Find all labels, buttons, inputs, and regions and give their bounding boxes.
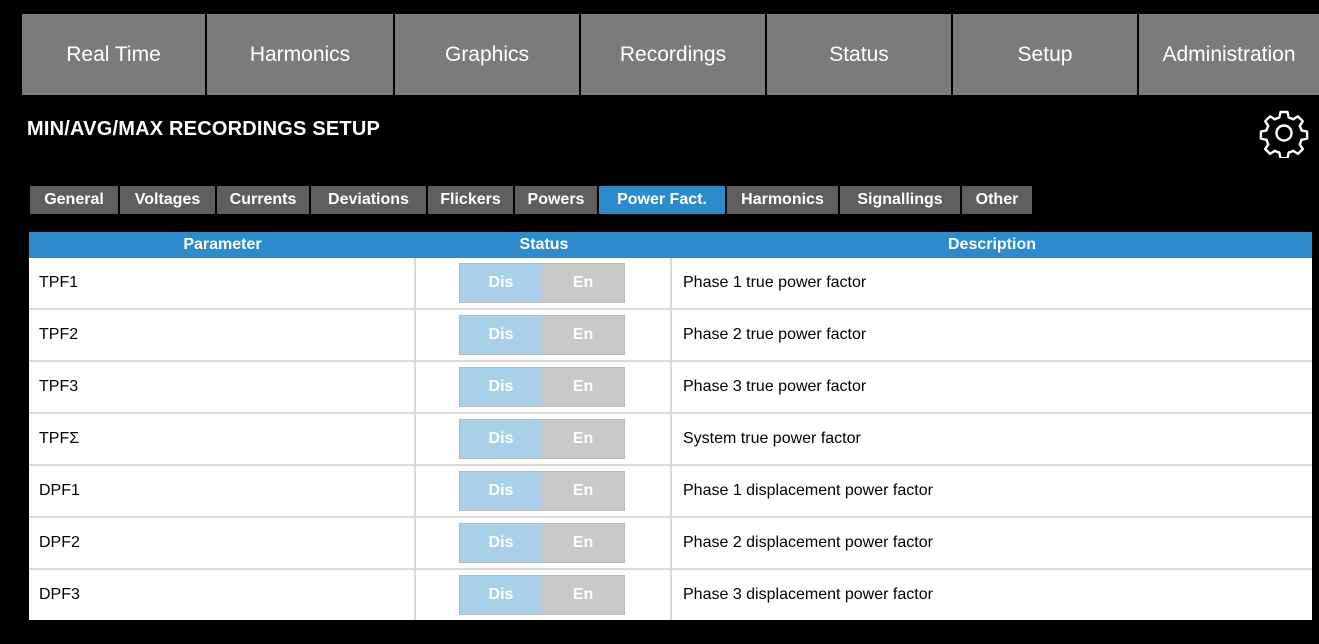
nav-tab-recordings[interactable]: Recordings (581, 14, 767, 95)
status-toggle[interactable]: Dis En (459, 419, 625, 459)
disable-button[interactable]: Dis (460, 420, 542, 458)
page-title: MIN/AVG/MAX RECORDINGS SETUP (27, 118, 381, 140)
subtab-signallings[interactable]: Signallings (840, 186, 960, 214)
subtab-powers[interactable]: Powers (515, 186, 597, 214)
subtab-power-fact[interactable]: Power Fact. (599, 186, 725, 214)
nav-tab-status[interactable]: Status (767, 14, 953, 95)
enable-button[interactable]: En (542, 524, 624, 562)
description-cell: System true power factor (683, 430, 861, 447)
table-row: DPF2 Dis En Phase 2 displacement power f… (29, 518, 1312, 570)
subtab-other[interactable]: Other (962, 186, 1032, 214)
description-cell: Phase 2 displacement power factor (683, 534, 933, 551)
enable-button[interactable]: En (542, 420, 624, 458)
status-toggle[interactable]: Dis En (459, 315, 625, 355)
table-row: TPF3 Dis En Phase 3 true power factor (29, 362, 1312, 414)
table-row: DPF1 Dis En Phase 1 displacement power f… (29, 466, 1312, 518)
subtab-harmonics[interactable]: Harmonics (727, 186, 838, 214)
table-row: TPF1 Dis En Phase 1 true power factor (29, 258, 1312, 310)
nav-tab-administration[interactable]: Administration (1139, 14, 1319, 95)
description-cell: Phase 1 displacement power factor (683, 482, 933, 499)
subtab-voltages[interactable]: Voltages (120, 186, 215, 214)
parameter-cell: TPFΣ (29, 414, 416, 464)
enable-button[interactable]: En (542, 472, 624, 510)
table-header: Parameter Status Description (29, 232, 1312, 258)
description-cell: Phase 3 true power factor (683, 378, 867, 395)
disable-button[interactable]: Dis (460, 472, 542, 510)
status-cell: Dis En (416, 518, 672, 568)
header-description: Description (947, 236, 1036, 253)
table-row: TPFΣ Dis En System true power factor (29, 414, 1312, 466)
parameter-cell: TPF1 (29, 258, 416, 308)
parameter-cell: DPF1 (29, 466, 416, 516)
status-toggle[interactable]: Dis En (459, 263, 625, 303)
status-toggle[interactable]: Dis En (459, 471, 625, 511)
enable-button[interactable]: En (542, 368, 624, 406)
nav-tab-harmonics[interactable]: Harmonics (207, 14, 395, 95)
disable-button[interactable]: Dis (460, 524, 542, 562)
top-navigation: Real Time Harmonics Graphics Recordings … (22, 14, 1319, 95)
subtab-currents[interactable]: Currents (217, 186, 309, 214)
gear-icon[interactable] (1259, 108, 1309, 160)
parameter-cell: DPF3 (29, 570, 416, 620)
enable-button[interactable]: En (542, 576, 624, 614)
nav-tab-graphics[interactable]: Graphics (395, 14, 581, 95)
status-cell: Dis En (416, 466, 672, 516)
recording-category-tabs: General Voltages Currents Deviations Fli… (30, 186, 1034, 214)
status-toggle[interactable]: Dis En (459, 575, 625, 615)
table-row: DPF3 Dis En Phase 3 displacement power f… (29, 570, 1312, 620)
description-cell: Phase 3 displacement power factor (683, 586, 933, 603)
subtab-deviations[interactable]: Deviations (311, 186, 426, 214)
status-toggle[interactable]: Dis En (459, 367, 625, 407)
power-factor-table: Parameter Status Description TPF1 Dis En… (29, 232, 1312, 620)
table-row: TPF2 Dis En Phase 2 true power factor (29, 310, 1312, 362)
disable-button[interactable]: Dis (460, 264, 542, 302)
header-status: Status (519, 236, 569, 253)
status-cell: Dis En (416, 310, 672, 360)
description-cell: Phase 1 true power factor (683, 274, 867, 291)
header-parameter: Parameter (183, 236, 262, 253)
description-cell: Phase 2 true power factor (683, 326, 867, 343)
subtab-flickers[interactable]: Flickers (428, 186, 513, 214)
status-cell: Dis En (416, 414, 672, 464)
disable-button[interactable]: Dis (460, 576, 542, 614)
parameter-cell: TPF3 (29, 362, 416, 412)
disable-button[interactable]: Dis (460, 368, 542, 406)
status-cell: Dis En (416, 362, 672, 412)
nav-tab-real-time[interactable]: Real Time (22, 14, 207, 95)
enable-button[interactable]: En (542, 316, 624, 354)
parameter-cell: DPF2 (29, 518, 416, 568)
enable-button[interactable]: En (542, 264, 624, 302)
parameter-cell: TPF2 (29, 310, 416, 360)
status-toggle[interactable]: Dis En (459, 523, 625, 563)
status-cell: Dis En (416, 570, 672, 620)
disable-button[interactable]: Dis (460, 316, 542, 354)
subtab-general[interactable]: General (30, 186, 118, 214)
nav-tab-setup[interactable]: Setup (953, 14, 1139, 95)
status-cell: Dis En (416, 258, 672, 308)
